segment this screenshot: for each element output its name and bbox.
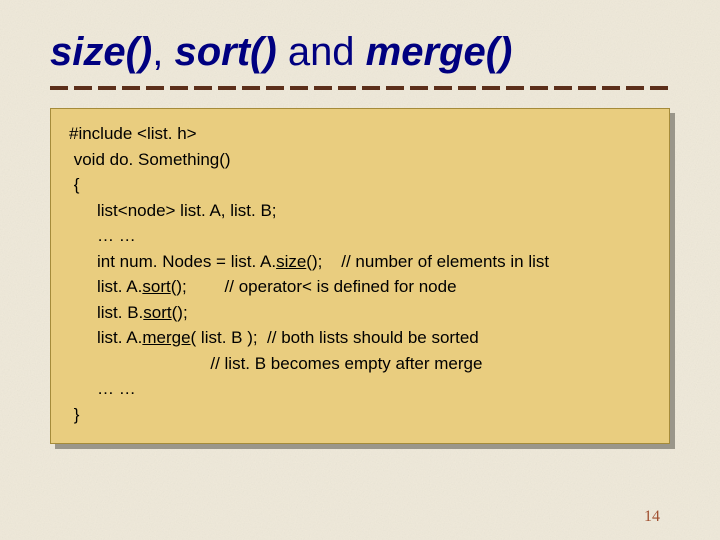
title-merge: merge() [366, 30, 513, 74]
title-sort: sort() [174, 30, 276, 74]
code-line: list. A.merge( list. B ); // both lists … [69, 325, 651, 351]
sort-call: sort [142, 277, 170, 296]
merge-call: merge [142, 328, 190, 347]
size-call: size [276, 252, 306, 271]
code-line: #include <list. h> [69, 121, 651, 147]
code-line: … … [69, 223, 651, 249]
sort-call: sort [143, 303, 171, 322]
title-separator [50, 86, 670, 90]
code-line: int num. Nodes = list. A.size(); // numb… [69, 249, 651, 275]
title-and: and [277, 30, 366, 74]
code-line: // list. B becomes empty after merge [69, 351, 651, 377]
code-box-content: #include <list. h> void do. Something() … [50, 108, 670, 444]
code-line: … … [69, 376, 651, 402]
slide-title: size(), sort() and merge() [0, 0, 720, 80]
code-line: void do. Something() [69, 147, 651, 173]
title-comma: , [152, 30, 174, 74]
code-box: #include <list. h> void do. Something() … [50, 108, 670, 444]
code-line: } [69, 402, 651, 428]
code-line: { [69, 172, 651, 198]
page-number: 14 [644, 508, 660, 526]
title-size: size() [50, 30, 152, 74]
code-line: list<node> list. A, list. B; [69, 198, 651, 224]
code-line: list. A.sort(); // operator< is defined … [69, 274, 651, 300]
code-line: list. B.sort(); [69, 300, 651, 326]
